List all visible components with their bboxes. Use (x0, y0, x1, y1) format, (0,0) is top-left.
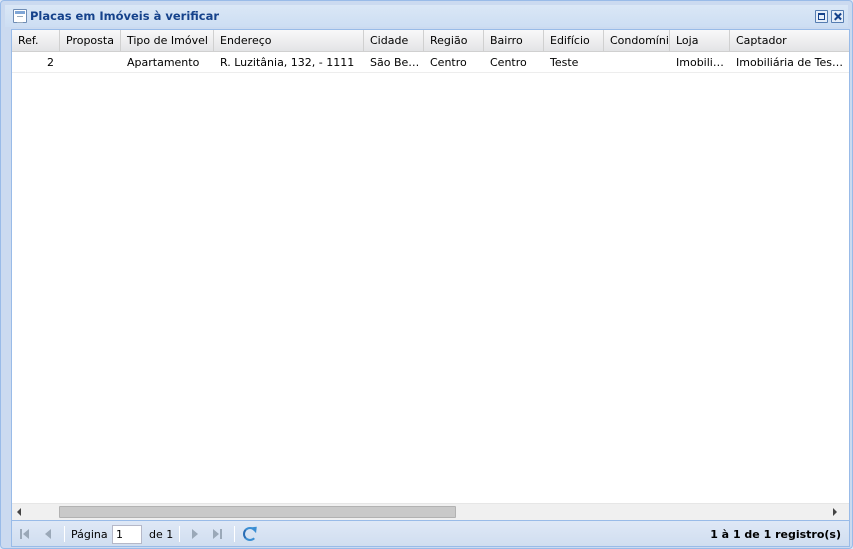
close-icon[interactable] (831, 10, 844, 23)
page-label: Página (71, 528, 108, 541)
paging-info: 1 à 1 de 1 registro(s) (710, 528, 841, 541)
cell-bairro: Centro (490, 56, 527, 69)
column-header-endereco[interactable]: Endereço (214, 30, 364, 52)
cell-edificio: Teste (550, 56, 579, 69)
table-row[interactable]: 2 Apartamento R. Luzitânia, 132, - 1111 … (12, 52, 849, 73)
cell-cidade: São Ber... (370, 56, 423, 69)
cell-proposta (60, 52, 121, 73)
cell-ref: 2 (47, 56, 54, 69)
paging-toolbar: Página de 1 1 à 1 de 1 registro(s) (12, 520, 849, 546)
page-total-label: de 1 (149, 528, 174, 541)
window-titlebar[interactable]: Placas em Imóveis à verificar (5, 5, 848, 27)
window-title: Placas em Imóveis à verificar (30, 9, 220, 23)
column-header-loja[interactable]: Loja (670, 30, 730, 52)
first-page-icon[interactable] (19, 528, 31, 540)
column-header-ref[interactable]: Ref. (12, 30, 60, 52)
refresh-icon[interactable] (243, 527, 257, 541)
window-app-icon (13, 9, 27, 23)
cell-loja: Imobiliá... (676, 56, 730, 69)
cell-condominio (604, 52, 670, 73)
grid-panel: Ref. Proposta Tipo de Imóvel Endereço Ci… (11, 29, 850, 547)
column-header-proposta[interactable]: Proposta (60, 30, 121, 52)
cell-captador: Imobiliária de Testes (736, 56, 849, 69)
maximize-icon[interactable] (815, 10, 828, 23)
column-header-cidade[interactable]: Cidade (364, 30, 424, 52)
cell-tipo-imovel: Apartamento (127, 56, 200, 69)
scroll-right-icon[interactable] (833, 508, 843, 516)
column-header-regiao[interactable]: Região (424, 30, 484, 52)
column-header-edificio[interactable]: Edifício (544, 30, 604, 52)
grid-header: Ref. Proposta Tipo de Imóvel Endereço Ci… (12, 30, 849, 52)
column-header-bairro[interactable]: Bairro (484, 30, 544, 52)
last-page-icon[interactable] (211, 528, 223, 540)
column-header-condominio[interactable]: Condomínio (604, 30, 670, 52)
grid-window: Placas em Imóveis à verificar Ref. Propo… (0, 0, 853, 549)
next-page-icon[interactable] (189, 528, 201, 540)
column-header-captador[interactable]: Captador (730, 30, 849, 52)
column-header-tipo-imovel[interactable]: Tipo de Imóvel (121, 30, 214, 52)
cell-regiao: Centro (430, 56, 467, 69)
scroll-left-icon[interactable] (17, 508, 21, 516)
prev-page-icon[interactable] (42, 528, 54, 540)
horizontal-scrollbar[interactable] (12, 503, 849, 520)
toolbar-separator (64, 526, 65, 542)
cell-endereco: R. Luzitânia, 132, - 1111 (220, 56, 355, 69)
page-number-input[interactable] (112, 525, 142, 544)
toolbar-separator (234, 526, 235, 542)
toolbar-separator (179, 526, 180, 542)
scrollbar-thumb[interactable] (59, 506, 456, 518)
